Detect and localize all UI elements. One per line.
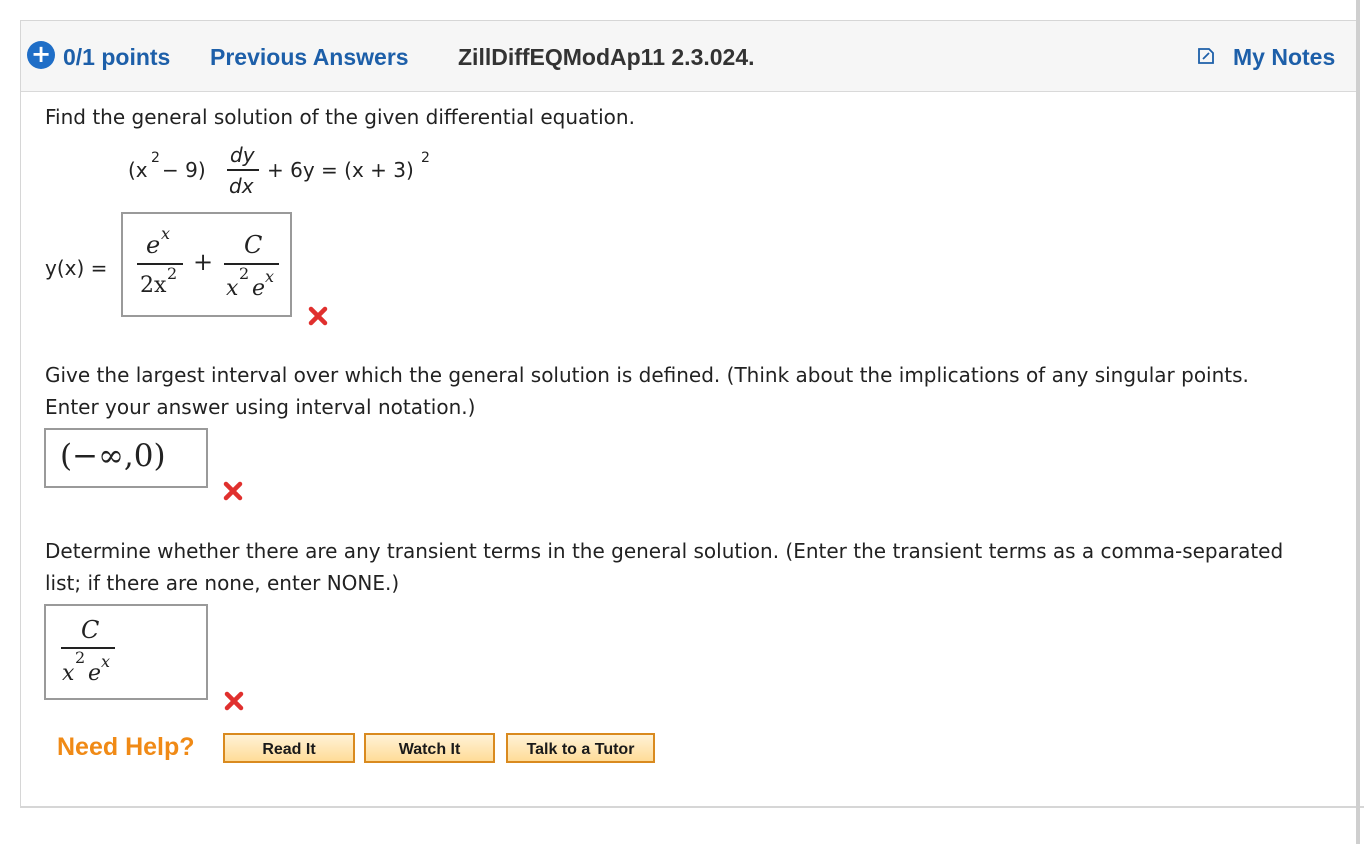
num2: C	[244, 231, 263, 259]
transient-prompt-line2: list; if there are none, enter NONE.)	[45, 571, 400, 595]
num1: e	[146, 231, 161, 259]
watch-it-button[interactable]: Watch It	[364, 733, 495, 763]
my-notes-link[interactable]: My Notes	[1233, 44, 1335, 71]
points-label: 0/1 points	[63, 44, 171, 70]
need-help-label: Need Help?	[57, 733, 195, 761]
x-mark-icon	[223, 481, 243, 501]
den1-sup: 2	[167, 264, 178, 283]
frac2-bar	[224, 263, 279, 265]
den2-x-sup: 2	[239, 264, 250, 283]
equation-dx: dx	[229, 174, 254, 198]
question-header: + 0/1 points Previous Answers ZillDiffEQ…	[21, 21, 1356, 92]
note-icon[interactable]	[1197, 47, 1215, 65]
x-mark-icon	[308, 306, 328, 326]
transient-prompt-line1: Determine whether there are any transien…	[45, 539, 1284, 563]
problem-id: ZillDiffEQModAp11 2.3.024.	[458, 44, 755, 70]
equation-lhs-mid: − 9)	[162, 158, 206, 182]
transient-den-e-sup: x	[101, 652, 111, 671]
transient-answer-box[interactable]: C x 2 e x	[44, 604, 208, 700]
talk-to-tutor-button[interactable]: Talk to a Tutor	[506, 733, 655, 763]
den2-e: e	[252, 276, 266, 301]
transient-frac-bar	[61, 647, 115, 649]
frame-border-left	[20, 20, 21, 808]
equation-rhs: + 6y = (x + 3)	[267, 158, 414, 182]
answer-label: y(x) =	[45, 256, 108, 280]
x-mark-icon	[224, 691, 244, 711]
interval-prompt-line1: Give the largest interval over which the…	[45, 363, 1249, 387]
plus-sign: +	[193, 248, 214, 276]
previous-answers-link[interactable]: Previous Answers	[210, 44, 409, 71]
den1-text: 2x	[140, 273, 167, 298]
interval-answer-box[interactable]: (−∞,0)	[44, 428, 208, 488]
transient-den-x-sup: 2	[75, 648, 86, 667]
scrollbar[interactable]	[1356, 0, 1360, 844]
transient-den-e: e	[88, 661, 102, 686]
read-it-button[interactable]: Read It	[223, 733, 355, 763]
den2-e-sup: x	[265, 267, 275, 286]
transient-den-x: x	[62, 661, 75, 686]
equation-rhs-sq: 2	[421, 150, 430, 166]
equation-fraction-bar	[227, 169, 259, 171]
equation-lhs-open: (x	[128, 158, 148, 182]
general-solution-answer-box[interactable]: e x 2x 2 + C x 2 e x	[121, 212, 292, 317]
den2-x: x	[226, 276, 239, 301]
den1: 2x	[140, 273, 166, 298]
num1-sup: x	[161, 224, 171, 243]
interval-answer: (−∞,0)	[60, 438, 166, 474]
question-prompt: Find the general solution of the given d…	[45, 105, 635, 129]
frame-border-bottom	[20, 806, 1364, 808]
equation-lhs-sq: 2	[151, 150, 160, 166]
plus-circle-icon[interactable]: +	[27, 41, 55, 69]
equation-dy: dy	[230, 143, 255, 167]
transient-num: C	[81, 616, 100, 644]
interval-prompt-line2: Enter your answer using interval notatio…	[45, 395, 476, 419]
